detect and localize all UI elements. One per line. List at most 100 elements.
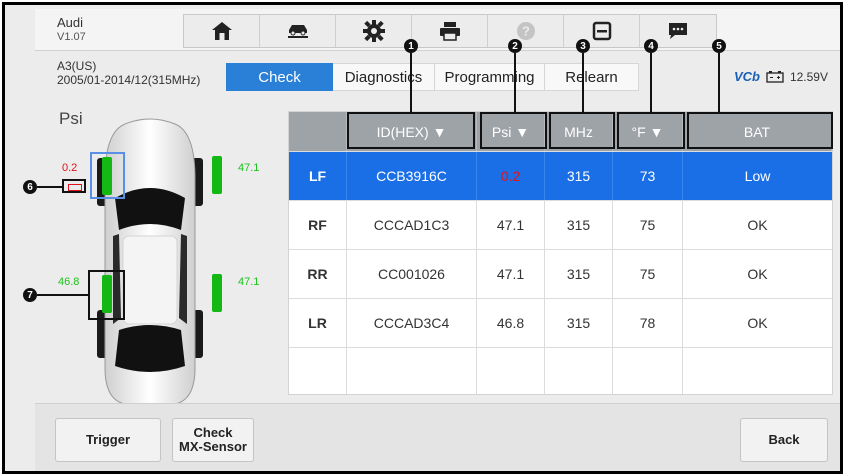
save-icon [592,21,611,41]
trigger-button[interactable]: Trigger [55,418,161,462]
cell-sensor-id: CC001026 [347,250,477,298]
check-mx-sensor-label-line1: Check [193,425,233,440]
tab-check[interactable]: Check [226,63,333,91]
cell-frequency: 315 [545,201,613,249]
vehicle-make: Audi [57,15,84,30]
col-position-header [289,112,347,151]
callout-3-line [582,53,584,112]
print-button[interactable] [412,15,488,47]
unit-label: Psi [59,109,83,128]
id-column-highlight [347,112,475,149]
function-tabs: Check Diagnostics Programming Relearn [226,63,639,91]
gear-icon [362,20,385,42]
callout-6-line [37,186,63,188]
cell-pressure: 46.8 [477,299,545,347]
mhz-column-highlight [549,112,615,149]
cell-temperature: 75 [613,201,683,249]
help-icon: ? [516,22,535,40]
save-button[interactable] [564,15,640,47]
cell-pressure: 47.1 [477,201,545,249]
cell-position: RR [289,250,347,298]
cell-sensor-id: CCCAD3C4 [347,299,477,347]
software-version: V1.07 [57,31,86,43]
callout-7: 7 [23,288,37,302]
help-button[interactable]: ? [488,15,564,47]
cell-empty [347,348,477,394]
rf-tire-indicator[interactable] [212,156,222,194]
cell-battery: Low [744,168,771,184]
lr-pressure: 46.8 [58,276,80,288]
tab-relearn[interactable]: Relearn [545,63,639,91]
cell-position: LR [289,299,347,347]
callout-5: 5 [712,39,726,53]
rr-tire-indicator[interactable] [212,274,222,312]
message-icon [669,23,687,39]
vehicle-model: A3(US) [57,59,97,73]
callout-2-line [514,53,516,112]
lf-pressure: 0.2 [62,162,78,174]
cell-frequency: 315 [545,299,613,347]
table-row[interactable]: RF CCCAD1C3 47.1 315 75 OK [289,201,832,250]
home-icon [211,22,232,40]
cell-position: LF [289,152,347,200]
cell-frequency: 315 [545,152,613,200]
vehicle-info: A3(US) 2005/01-2014/12(315MHz) [57,59,200,87]
cell-sensor-id: CCB3916C [347,152,477,200]
table-row-empty [289,348,832,394]
tab-diagnostics[interactable]: Diagnostics [333,63,435,91]
cell-empty [289,348,347,394]
callout-6: 6 [23,180,37,194]
toolbar: ? [183,14,717,48]
cell-battery: OK [747,315,768,331]
status-area: VCb 12.59V [734,69,828,84]
cell-pressure: 0.2 [477,152,545,200]
callout-7-line [37,294,89,296]
home-button[interactable] [184,15,260,47]
bottom-bar: Trigger Check MX-Sensor Back [35,403,840,471]
battery-icon [766,70,784,83]
callout-4-line [650,53,652,112]
vehicle-year-range: 2005/01-2014/12(315MHz) [57,73,201,87]
cell-battery: OK [747,266,768,282]
printer-icon [439,22,460,41]
rf-pressure: 47.1 [238,162,260,174]
cell-frequency: 315 [545,250,613,298]
callout-3: 3 [576,39,590,53]
psi-column-highlight [480,112,547,149]
check-mx-sensor-button[interactable]: Check MX-Sensor [172,418,254,462]
table-row[interactable]: RR CC001026 47.1 315 75 OK [289,250,832,299]
table-row[interactable]: LR CCCAD3C4 46.8 315 78 OK [289,299,832,348]
check-mx-sensor-label-line2: MX-Sensor [179,439,247,454]
lr-tire-indicator[interactable] [102,275,112,313]
callout-1: 1 [404,39,418,53]
cell-position: RF [289,201,347,249]
sensor-table: ID(HEX) ▼ Psi ▼ MHz °F ▼ BAT LF CCB3916C… [288,111,833,395]
cell-empty [477,348,545,394]
lf-tire-indicator[interactable] [102,157,112,195]
low-battery-icon [62,179,86,193]
callout-5-line [718,53,720,112]
cell-temperature: 78 [613,299,683,347]
tab-programming[interactable]: Programming [435,63,545,91]
cell-empty [683,348,832,394]
cell-temperature: 73 [613,152,683,200]
table-row[interactable]: LF CCB3916C 0.2 315 73 Low [289,152,832,201]
cell-empty [613,348,683,394]
car-lift-button[interactable] [260,15,336,47]
rr-pressure: 47.1 [238,276,260,288]
callout-1-line [410,53,412,112]
cell-pressure: 47.1 [477,250,545,298]
temp-column-highlight [617,112,685,149]
car-lift-icon [287,25,308,38]
cell-empty [545,348,613,394]
tpms-screen: Audi V1.07 ? A3(US) 2005/01-2014/12(315M… [2,2,843,474]
cell-temperature: 75 [613,250,683,298]
callout-4: 4 [644,39,658,53]
callout-2: 2 [508,39,522,53]
settings-button[interactable] [336,15,412,47]
svg-text:?: ? [522,24,530,39]
cell-battery: OK [747,217,768,233]
vcb-label: VCb [733,69,760,84]
battery-voltage: 12.59V [789,69,828,84]
back-button[interactable]: Back [740,418,828,462]
